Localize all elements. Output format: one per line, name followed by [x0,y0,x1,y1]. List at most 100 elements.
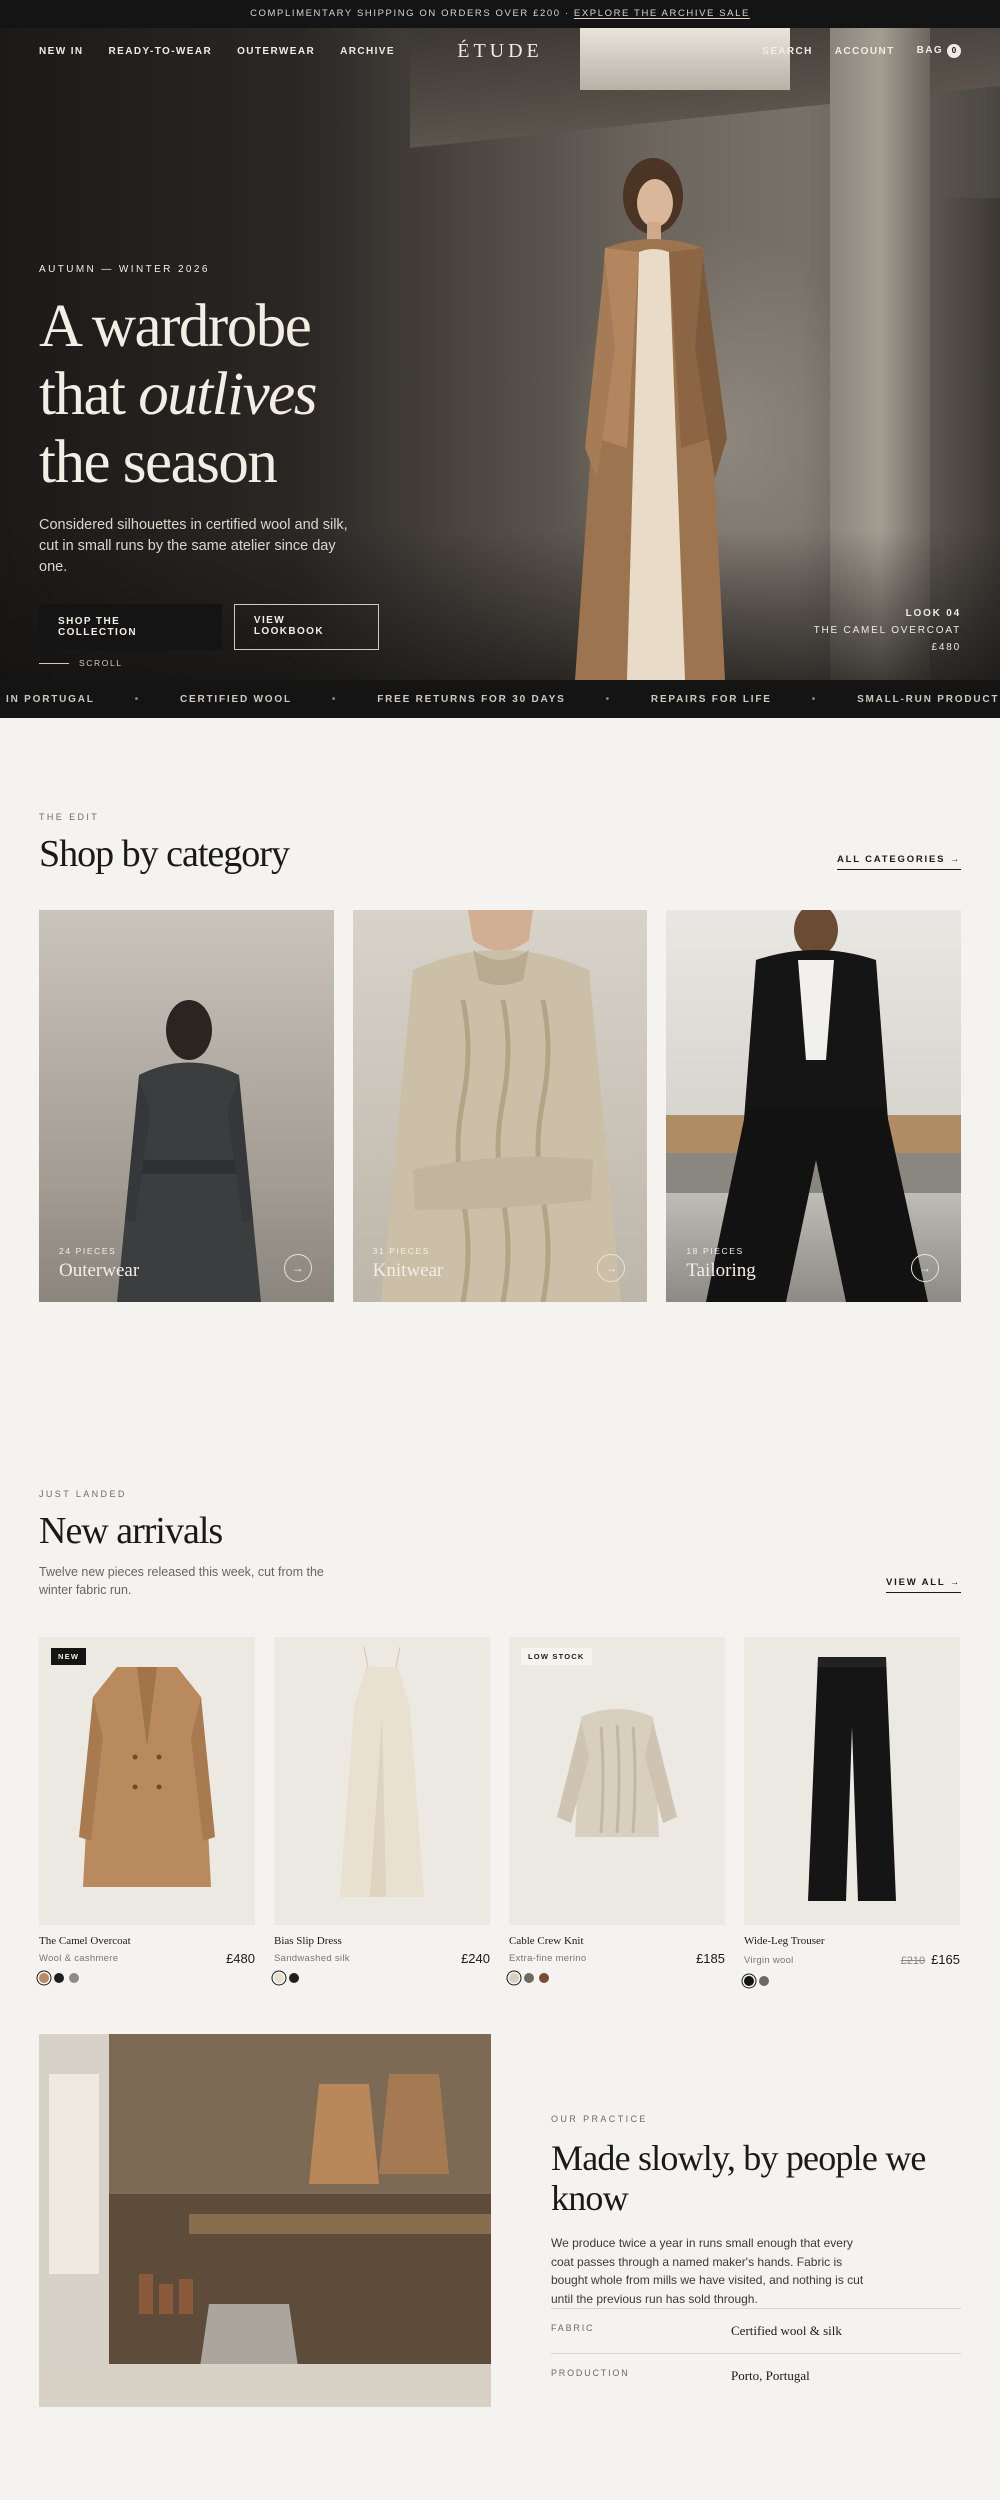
spec-label: PRODUCTION [551,2368,630,2378]
color-swatch[interactable] [759,1976,769,1986]
product-image [274,1637,490,1925]
practice-body: We produce twice a year in runs small en… [551,2236,864,2306]
product-name: Bias Slip Dress [274,1935,342,1947]
category-count: 18 PIECES [686,1246,744,1256]
category-eyebrow: THE EDIT [39,812,100,822]
spec-value: Certified wool & silk [731,2323,842,2338]
hero: NEW IN READY-TO-WEAR OUTERWEAR ARCHIVE É… [0,28,1000,680]
category-name: Outerwear [59,1260,140,1281]
hero-model-image [575,158,727,680]
color-swatch[interactable] [39,1973,49,1983]
product-price: £185 [696,1951,725,1966]
hero-title-line2a: that [39,361,139,428]
outerwear-image [117,1000,261,1302]
nav-account[interactable]: ACCOUNT [835,46,895,57]
product-card[interactable]: Wide-Leg Trouser Virgin wool £210 £165 [744,1637,960,1986]
scroll-label: SCROLL [79,658,123,668]
product-tag: NEW [51,1648,87,1665]
nav-search[interactable]: SEARCH [762,46,813,57]
spec-label: FABRIC [551,2323,595,2333]
category-card-knitwear[interactable]: 31 PIECES Knitwear → [352,910,648,1302]
cable-knit-image [557,1709,677,1837]
hero-description: Considered silhouettes in certified wool… [39,517,348,575]
product-price: £480 [226,1951,255,1966]
practice-eyebrow: OUR PRACTICE [551,2114,648,2124]
scroll-line [39,662,69,664]
spec-row: FABRIC Certified wool & silk [551,2308,961,2353]
ticker-item: CERTIFIED WOOL [180,693,292,705]
color-swatch[interactable] [539,1973,549,1983]
arrivals-eyebrow: JUST LANDED [39,1489,127,1499]
category-name: Tailoring [686,1260,756,1281]
color-swatch[interactable] [744,1976,754,1986]
nav-archive[interactable]: ARCHIVE [340,46,395,57]
color-swatch[interactable] [54,1973,64,1983]
new-arrivals-section: JUST LANDED New arrivals Twelve new piec… [0,1374,1000,2034]
practice-title: Made slowly, by people we know [551,2138,926,2218]
nav-ready-to-wear[interactable]: READY-TO-WEAR [109,46,213,57]
bag-count-badge: 0 [947,44,962,58]
color-swatch[interactable] [69,1973,79,1983]
all-categories-link[interactable]: ALL CATEGORIES → [837,854,961,870]
look-number: LOOK 04 [905,608,961,619]
arrow-right-icon[interactable]: → [911,1254,940,1282]
spec-value: Porto, Portugal [731,2368,810,2383]
scroll-indicator[interactable]: SCROLL [39,658,123,668]
look-price: £480 [931,642,961,653]
product-card[interactable]: LOW STOCK Cable Crew Knit Extra-fine mer… [509,1637,725,1986]
announcement-text: COMPLIMENTARY SHIPPING ON ORDERS OVER £2… [250,8,574,19]
product-price: £165 [931,1952,960,1967]
hero-copy: AUTUMN — WINTER 2026 A wardrobe that out… [39,264,379,650]
tailoring-image [666,910,962,1302]
look-name: THE CAMEL OVERCOAT [813,625,961,636]
arrow-right-icon[interactable]: → [283,1254,312,1282]
product-image: LOW STOCK [509,1637,725,1925]
category-card-outerwear[interactable]: 24 PIECES Outerwear → [39,910,334,1302]
nav-new-in[interactable]: NEW IN [39,46,84,57]
overcoat-image [79,1667,215,1887]
color-swatch[interactable] [289,1973,299,1983]
main-nav: NEW IN READY-TO-WEAR OUTERWEAR ARCHIVE É… [0,28,1000,74]
category-name: Knitwear [372,1260,444,1281]
shop-collection-button[interactable]: SHOP THE COLLECTION [39,604,222,650]
product-name: The Camel Overcoat [39,1935,131,1947]
atelier-image [39,2034,491,2407]
look-caption[interactable]: LOOK 04 THE CAMEL OVERCOAT £480 [814,605,961,656]
nav-outerwear[interactable]: OUTERWEAR [237,46,315,57]
bag-label: BAG [916,45,944,56]
category-section: THE EDIT Shop by category ALL CATEGORIES… [0,718,1000,1374]
brand-logo[interactable]: ÉTUDE [457,40,543,63]
product-card[interactable]: NEW The Camel Overcoat Wool & cashmere £4… [39,1637,255,1986]
arrivals-title: New arrivals [39,1510,223,1552]
ticker-dot: • [811,693,818,705]
atelier-illustration [39,2034,491,2407]
category-count: 31 PIECES [372,1246,431,1256]
product-image [744,1637,960,1925]
nav-bag[interactable]: BAG 0 [916,44,962,58]
product-image: NEW [39,1637,255,1925]
ticker-dot: • [605,693,611,705]
color-swatch[interactable] [274,1973,284,1983]
category-card-tailoring[interactable]: 18 PIECES Tailoring → [666,910,962,1302]
category-title: Shop by category [39,833,290,875]
knitwear-image [380,910,621,1302]
product-material: Sandwashed silk [274,1953,350,1964]
ticker-item: FREE RETURNS FOR 30 DAYS [377,693,566,705]
color-swatch[interactable] [524,1973,534,1983]
archive-sale-link[interactable]: EXPLORE THE ARCHIVE SALE [574,8,750,19]
product-old-price: £210 [900,1955,926,1967]
arrivals-subtitle: Twelve new pieces released this week, cu… [39,1565,324,1597]
hero-title-line2b: outlives [138,361,317,428]
product-material: Virgin wool [744,1954,794,1966]
color-swatch[interactable] [509,1973,519,1983]
view-all-link[interactable]: VIEW ALL → [886,1577,961,1593]
product-name: Cable Crew Knit [509,1935,584,1947]
product-tag: LOW STOCK [521,1648,592,1665]
spec-row: PRODUCTION Porto, Portugal [551,2353,961,2398]
product-card[interactable]: Bias Slip Dress Sandwashed silk £240 [274,1637,490,1986]
announcement-bar: COMPLIMENTARY SHIPPING ON ORDERS OVER £2… [0,0,1000,28]
trouser-image [808,1657,896,1901]
hero-title: A wardrobe that outlives the season [39,293,379,497]
ticker-item: REPAIRS FOR LIFE [650,693,772,705]
view-lookbook-button[interactable]: VIEW LOOKBOOK [233,604,379,650]
